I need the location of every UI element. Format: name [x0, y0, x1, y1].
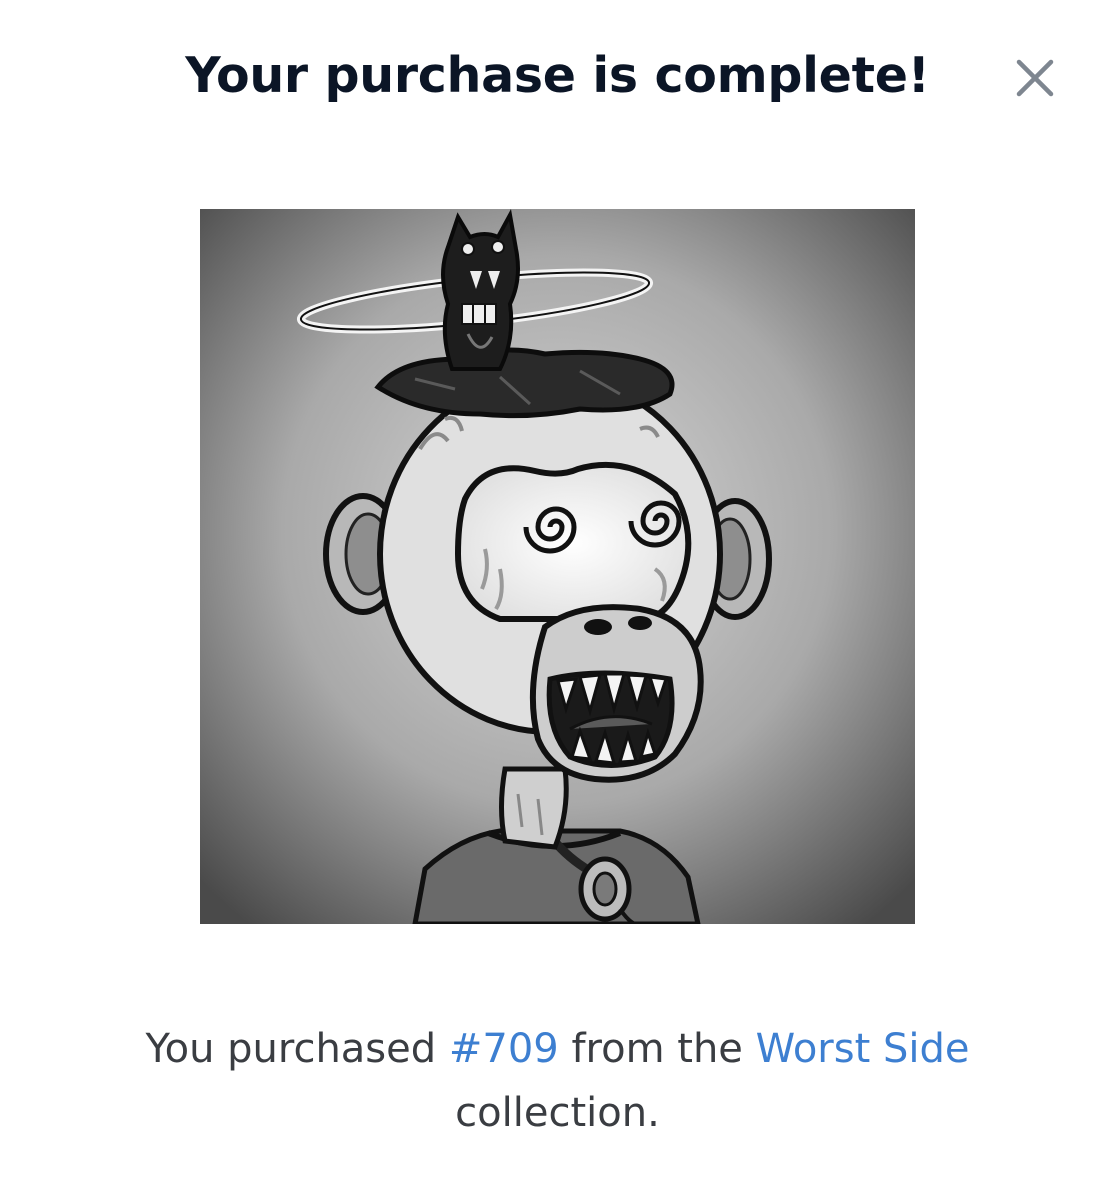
nft-image	[200, 209, 915, 924]
collection-link[interactable]: Worst Side	[756, 1026, 970, 1072]
token-id-link[interactable]: #709	[449, 1026, 559, 1072]
message-prefix: You purchased	[145, 1026, 449, 1072]
close-icon	[1006, 52, 1062, 108]
message-suffix: collection.	[455, 1090, 660, 1136]
modal-title: Your purchase is complete!	[185, 47, 930, 104]
message-middle: from the	[558, 1026, 756, 1072]
purchase-message: You purchased #709 from the Worst Side c…	[60, 1017, 1055, 1145]
close-button[interactable]	[1006, 52, 1062, 108]
purchase-complete-modal: Your purchase is complete! You purchased…	[0, 0, 1115, 1200]
